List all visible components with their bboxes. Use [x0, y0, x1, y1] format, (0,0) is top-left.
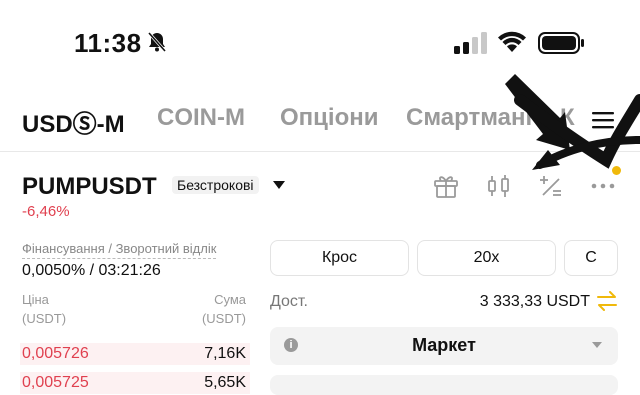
amount-column-label: Сума (USDT) — [190, 290, 246, 328]
price-column-label: Ціна (USDT) — [22, 290, 66, 328]
ask-amount: 5,65K — [204, 374, 246, 391]
amount-label-line1: Сума — [214, 292, 246, 307]
more-options-icon[interactable] — [590, 173, 616, 204]
funding-label[interactable]: Фінансування / Зворотний відлік — [22, 241, 217, 259]
hamburger-menu-icon[interactable] — [592, 110, 614, 135]
price-label-line2: (USDT) — [22, 311, 67, 326]
notification-dot — [612, 166, 621, 175]
leverage-button[interactable]: 20x — [417, 240, 556, 276]
amount-label-line2: (USDT) — [201, 311, 246, 326]
ask-row[interactable]: 0,005726 7,16K — [0, 343, 250, 365]
amount-input-field[interactable] — [270, 375, 618, 395]
symbol-name[interactable]: PUMPUSDT — [22, 173, 157, 201]
symbol-dropdown-icon[interactable] — [273, 181, 285, 189]
tab-smart-money[interactable]: Смартмані — [406, 104, 532, 132]
tab-usds-m[interactable]: USDⓈ-M — [22, 104, 125, 139]
ask-amount: 7,16K — [204, 345, 246, 362]
chevron-down-icon — [592, 342, 602, 348]
price-change: -6,46% — [22, 203, 70, 220]
bell-muted-icon — [146, 31, 168, 58]
tab-coin-m[interactable]: COIN-M — [157, 104, 245, 132]
price-label-line1: Ціна — [22, 292, 49, 307]
order-type-label: Маркет — [412, 335, 476, 355]
transfer-icon[interactable] — [596, 291, 618, 316]
tabs-divider — [0, 151, 640, 152]
status-time: 11:38 — [74, 28, 142, 58]
battery-icon — [538, 32, 586, 59]
tab-more[interactable]: К — [560, 104, 575, 132]
position-mode-button[interactable]: С — [564, 240, 618, 276]
cellular-signal-icon — [454, 32, 488, 54]
ask-price: 0,005726 — [22, 345, 89, 362]
gift-icon[interactable] — [433, 173, 459, 204]
tab-options[interactable]: Опціони — [280, 104, 379, 132]
ask-row[interactable]: 0,005725 5,65K — [0, 372, 250, 394]
available-label: Дост. — [270, 293, 308, 310]
ask-price: 0,005725 — [22, 374, 89, 391]
funding-value: 0,0050% / 03:21:26 — [22, 262, 161, 279]
candlestick-chart-icon[interactable] — [486, 173, 512, 204]
available-value: 3 333,33 USDT — [479, 293, 590, 310]
market-tabs: USDⓈ-M COIN-M Опціони Смартмані К — [0, 104, 640, 140]
contract-type-badge[interactable]: Безстрокові — [172, 176, 259, 194]
wifi-icon — [497, 30, 527, 59]
margin-mode-button[interactable]: Крос — [270, 240, 409, 276]
calculator-icon[interactable] — [538, 173, 564, 204]
